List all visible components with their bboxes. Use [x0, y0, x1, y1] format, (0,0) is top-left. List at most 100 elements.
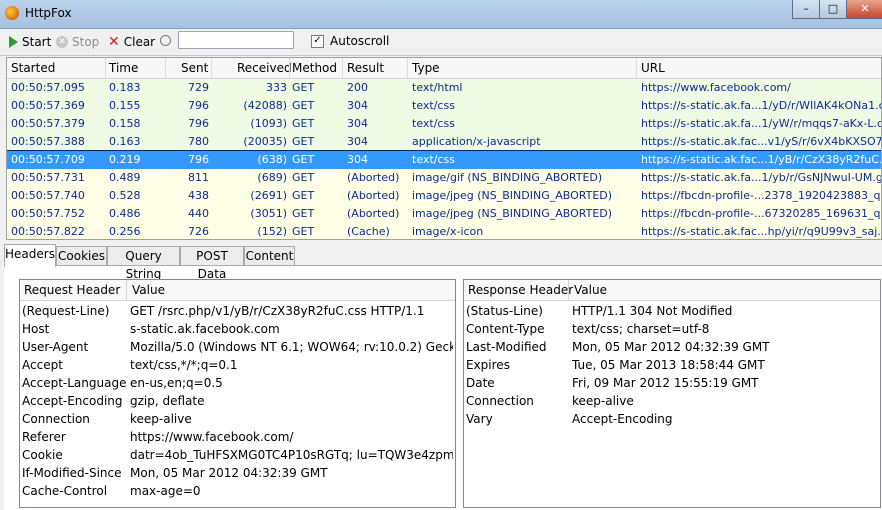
header-row[interactable]: Content-Type text/css; charset=utf-8: [464, 321, 880, 339]
cell-result: (Aborted): [347, 207, 400, 220]
column-url[interactable]: URL: [641, 61, 665, 75]
header-row[interactable]: Accept-Language en-us,en;q=0.5: [20, 375, 455, 393]
table-row[interactable]: 00:50:57.388 0.163 780 (20035) GET 304 applica…: [7, 133, 881, 151]
filter-input[interactable]: [178, 31, 294, 49]
cell-started: 00:50:57.369: [11, 99, 85, 112]
start-button[interactable]: Start: [9, 33, 51, 51]
header-row[interactable]: Cache-Control max-age=0: [20, 483, 455, 501]
table-row[interactable]: 00:50:57.379 0.158 796 (1093) GET 304 text/css…: [7, 115, 881, 133]
table-row-selected[interactable]: 00:50:57.709 0.219 796 (638) GET 304 text/css h…: [7, 150, 881, 170]
column-time[interactable]: Time: [109, 61, 138, 75]
minimize-button[interactable]: –: [792, 0, 820, 19]
table-row[interactable]: 00:50:57.369 0.155 796 (42088) GET 304 text/cs…: [7, 97, 881, 115]
cell-received: (20035): [243, 135, 287, 148]
cell-result: 200: [347, 81, 368, 94]
header-name: Date: [466, 376, 495, 390]
cell-time: 0.528: [109, 189, 141, 202]
cell-result: (Aborted): [347, 171, 400, 184]
column-method[interactable]: Method: [292, 61, 337, 75]
cell-time: 0.155: [109, 99, 141, 112]
header-row[interactable]: (Status-Line) HTTP/1.1 304 Not Modified: [464, 303, 880, 321]
column-result[interactable]: Result: [347, 61, 384, 75]
cell-result: 304: [347, 135, 368, 148]
tab-content[interactable]: Content: [244, 246, 295, 265]
header-value: text/css,*/*;q=0.1: [130, 358, 238, 372]
request-value-column[interactable]: Value: [132, 283, 165, 297]
header-row[interactable]: Host s-static.ak.facebook.com: [20, 321, 455, 339]
tab-cookies[interactable]: Cookies: [56, 246, 107, 265]
cell-method: GET: [292, 135, 315, 148]
cell-time: 0.163: [109, 135, 141, 148]
firefox-icon: [5, 6, 19, 20]
stop-label: Stop: [72, 35, 100, 49]
header-row[interactable]: Date Fri, 09 Mar 2012 15:55:19 GMT: [464, 375, 880, 393]
header-row[interactable]: Vary Accept-Encoding: [464, 411, 880, 429]
column-type[interactable]: Type: [412, 61, 440, 75]
close-button[interactable]: ✕: [846, 0, 882, 19]
header-value: Mozilla/5.0 (Windows NT 6.1; WOW64; rv:1…: [130, 340, 453, 354]
cell-type: text/html: [412, 81, 463, 94]
column-sent[interactable]: Sent: [181, 61, 208, 75]
autoscroll-checkbox[interactable]: ✓: [311, 35, 324, 48]
cell-received: (1093): [250, 117, 287, 130]
stop-icon: ✕: [56, 36, 68, 48]
table-row[interactable]: 00:50:57.731 0.489 811 (689) GET (Aborted) ima…: [7, 169, 881, 187]
header-row[interactable]: Cookie datr=4ob_TuHFSXMG0TC4P10sRGTq; lu=…: [20, 447, 455, 465]
response-header-column[interactable]: Response Header: [468, 283, 573, 297]
cell-sent: 796: [188, 99, 209, 112]
play-icon: [9, 36, 18, 48]
tab-post-data[interactable]: POST Data: [180, 246, 244, 281]
header-row[interactable]: Expires Tue, 05 Mar 2013 18:58:44 GMT: [464, 357, 880, 375]
cell-time: 0.183: [109, 81, 141, 94]
header-row[interactable]: Accept text/css,*/*;q=0.1: [20, 357, 455, 375]
header-name: Last-Modified: [466, 340, 547, 354]
header-value: HTTP/1.1 304 Not Modified: [572, 304, 733, 318]
header-row[interactable]: If-Modified-Since Mon, 05 Mar 2012 04:32:…: [20, 465, 455, 483]
header-row[interactable]: User-Agent Mozilla/5.0 (Windows NT 6.1; W…: [20, 339, 455, 357]
cell-received: (689): [257, 171, 287, 184]
cell-received: (638): [257, 153, 287, 166]
cell-sent: 796: [188, 117, 209, 130]
tab-query-string[interactable]: Query String: [107, 246, 180, 281]
header-row[interactable]: Connection keep-alive: [20, 411, 455, 429]
header-name: User-Agent: [22, 340, 89, 354]
cell-method: GET: [292, 189, 315, 202]
table-row[interactable]: 00:50:57.822 0.256 726 (152) GET (Cache) image…: [7, 223, 881, 239]
header-row[interactable]: Connection keep-alive: [464, 393, 880, 411]
header-name: Vary: [466, 412, 493, 426]
table-row[interactable]: 00:50:57.752 0.486 440 (3051) GET (Aborted) im…: [7, 205, 881, 223]
header-value: datr=4ob_TuHFSXMG0TC4P10sRGTq; lu=TQW3e4…: [130, 448, 453, 462]
header-name: Connection: [466, 394, 534, 408]
clear-button[interactable]: ✕ Clear: [108, 33, 155, 51]
column-received[interactable]: Received: [237, 61, 292, 75]
header-value: en-us,en;q=0.5: [130, 376, 223, 390]
header-row[interactable]: Accept-Encoding gzip, deflate: [20, 393, 455, 411]
start-label: Start: [22, 35, 52, 49]
response-value-column[interactable]: Value: [574, 283, 607, 297]
cell-method: GET: [292, 99, 315, 112]
maximize-button[interactable]: □: [819, 0, 847, 19]
header-value: Mon, 05 Mar 2012 04:32:39 GMT: [572, 340, 770, 354]
cell-result: 304: [347, 99, 368, 112]
header-row[interactable]: Referer https://www.facebook.com/: [20, 429, 455, 447]
header-name: (Request-Line): [22, 304, 110, 318]
request-header-column[interactable]: Request Header: [24, 283, 120, 297]
stop-button[interactable]: ✕ Stop: [56, 33, 99, 51]
header-row[interactable]: Last-Modified Mon, 05 Mar 2012 04:32:39 G…: [464, 339, 880, 357]
header-name: Cookie: [22, 448, 63, 462]
cell-result: (Aborted): [347, 189, 400, 202]
table-row[interactable]: 00:50:57.740 0.528 438 (2691) GET (Aborted) im…: [7, 187, 881, 205]
header-name: Connection: [22, 412, 90, 426]
header-name: Referer: [22, 430, 66, 444]
column-started[interactable]: Started: [11, 61, 55, 75]
table-row[interactable]: 00:50:57.095 0.183 729 333 GET 200 text/html ht…: [7, 79, 881, 97]
header-name: Accept: [22, 358, 63, 372]
cell-type: application/x-javascript: [412, 135, 541, 148]
tab-headers[interactable]: Headers: [4, 244, 56, 267]
cell-method: GET: [292, 225, 315, 238]
header-row[interactable]: (Request-Line) GET /rsrc.php/v1/yB/r/CzX3…: [20, 303, 455, 321]
cell-sent: 729: [188, 81, 209, 94]
cell-type: image/jpeg (NS_BINDING_ABORTED): [412, 207, 613, 220]
header-name: (Status-Line): [466, 304, 543, 318]
cell-url: https://s-static.ak.fac...v1/yS/r/6vX4bK…: [641, 135, 881, 148]
